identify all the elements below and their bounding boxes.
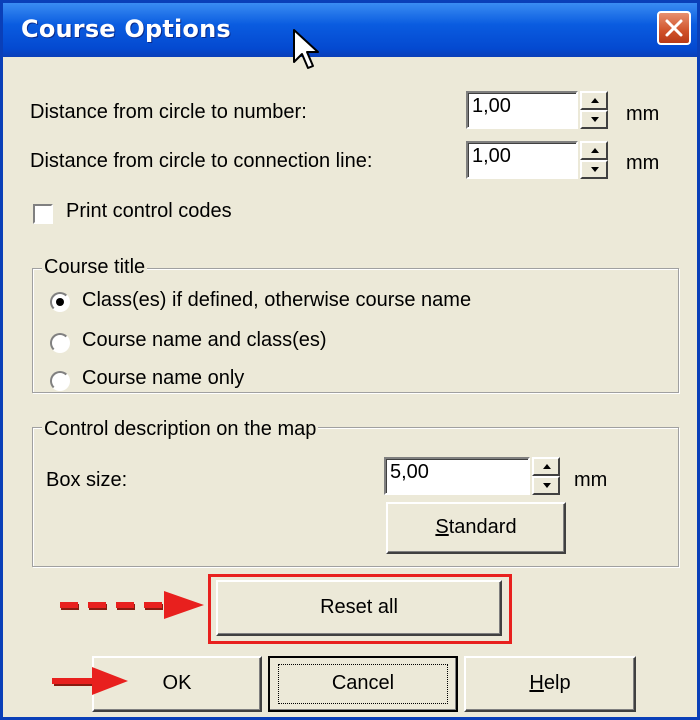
distance-line-unit: mm [626,152,660,174]
spin-down-button[interactable] [580,160,608,179]
distance-number-input[interactable]: 1,00 [466,91,578,129]
close-icon [665,19,683,37]
radio-selected-dot [56,298,64,306]
course-title-legend: Course title [42,256,148,279]
help-label: elp [543,672,571,694]
distance-number-label: Distance from circle to number: [30,101,307,123]
chevron-down-icon [591,167,599,172]
help-button[interactable]: Help [464,656,636,712]
box-size-unit: mm [574,469,608,491]
standard-label: tandard [448,516,517,538]
spin-up-button[interactable] [580,91,608,110]
spin-up-button[interactable] [532,457,560,476]
standard-accelerator: S [435,516,449,538]
radio-course-name-and-class-label[interactable]: Course name and class(es) [82,329,327,352]
box-size-label: Box size: [46,469,128,491]
chevron-up-icon [543,464,551,469]
print-control-codes-checkbox[interactable] [33,204,53,224]
radio-class-if-defined-label[interactable]: Class(es) if defined, otherwise course n… [82,289,471,312]
distance-number-spinner[interactable] [580,91,608,129]
help-accelerator: H [529,672,544,694]
chevron-down-icon [543,483,551,488]
box-size-input[interactable]: 5,00 [384,457,530,495]
print-control-codes-label[interactable]: Print control codes [66,200,232,223]
distance-line-label: Distance from circle to connection line: [30,150,373,172]
box-size-spinner[interactable] [532,457,560,495]
control-description-group [32,427,679,567]
title-bar[interactable]: Course Options [3,3,697,57]
spin-up-button[interactable] [580,141,608,160]
dialog-title: Course Options [21,15,231,43]
mouse-cursor-icon [293,29,319,69]
chevron-up-icon [591,98,599,103]
dashed-red-arrow-icon [60,591,204,619]
radio-course-name-only[interactable] [50,371,70,391]
focus-rectangle [278,664,448,704]
close-button[interactable] [657,11,691,45]
radio-course-name-only-label[interactable]: Course name only [82,367,244,390]
distance-line-input[interactable]: 1,00 [466,141,578,179]
radio-class-if-defined[interactable] [50,292,70,312]
chevron-up-icon [591,148,599,153]
chevron-down-icon [591,117,599,122]
distance-line-spinner[interactable] [580,141,608,179]
distance-number-unit: mm [626,103,660,125]
standard-button[interactable]: Standard [386,502,566,554]
red-arrow-icon [52,667,128,695]
spin-down-button[interactable] [580,110,608,129]
control-description-legend: Control description on the map [42,418,319,441]
radio-course-name-and-class[interactable] [50,333,70,353]
spin-down-button[interactable] [532,476,560,495]
reset-all-button[interactable]: Reset all [216,580,502,636]
